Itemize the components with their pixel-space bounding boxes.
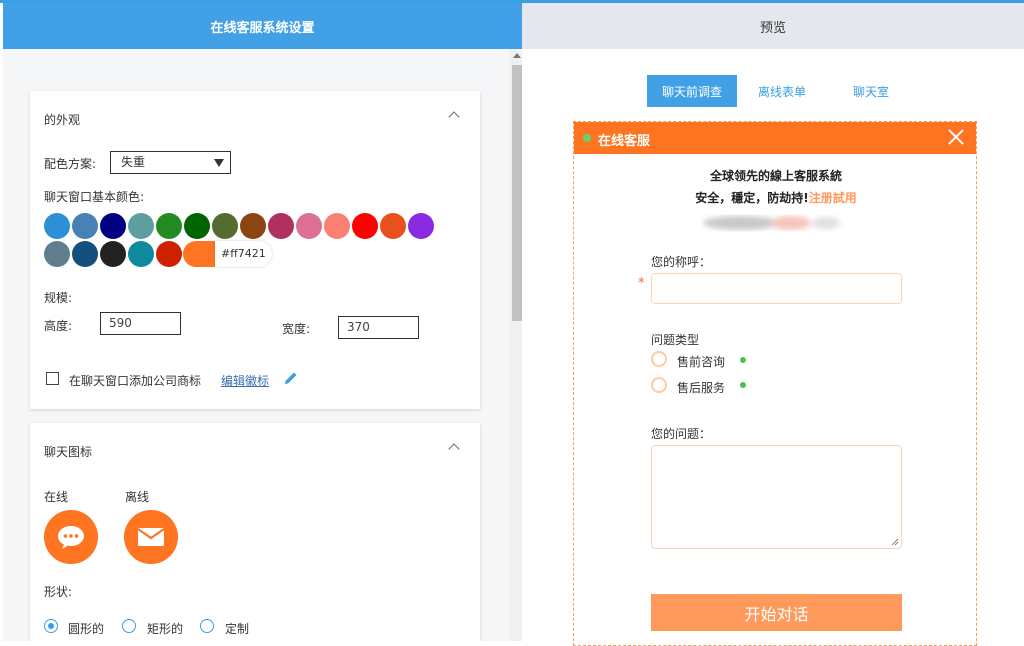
shape-radio-custom[interactable] (200, 619, 214, 633)
question-textarea[interactable] (651, 445, 902, 549)
edit-logo-link[interactable]: 编辑徽标 (221, 372, 269, 389)
color-swatch[interactable] (128, 213, 154, 239)
pencil-icon[interactable] (283, 370, 299, 386)
height-label: 高度: (44, 319, 73, 333)
type-label-presales: 售前咨询 (677, 355, 726, 369)
blurred-logo (703, 216, 840, 230)
type-radio-presales[interactable] (651, 351, 667, 367)
color-swatch[interactable] (380, 213, 406, 239)
question-type-label: 问题类型 (651, 333, 700, 347)
scheme-value: 失重 (121, 155, 146, 169)
widget-header: 在线客服 (574, 122, 976, 154)
height-input[interactable]: 590 (100, 312, 181, 335)
color-swatch[interactable] (156, 241, 182, 267)
dropdown-arrow-icon (214, 159, 224, 167)
settings-pane: 的外观 配色方案: 失重 聊天窗口基本颜色: #ff7421 规模: 高度: 5… (3, 49, 522, 641)
shape-label-rect: 矩形的 (147, 622, 184, 636)
shape-radio-round[interactable] (44, 619, 58, 633)
scroll-up-arrow[interactable] (513, 53, 521, 58)
color-swatch[interactable] (352, 213, 378, 239)
color-swatch[interactable] (324, 213, 350, 239)
color-swatch[interactable] (72, 241, 98, 267)
name-label: 您的称呼： (651, 255, 712, 269)
shape-radio-rect[interactable] (122, 619, 136, 633)
scheme-label: 配色方案: (44, 157, 97, 171)
slogan-line-1: 全球领先的線上客服系統 (709, 169, 842, 183)
tab-settings[interactable]: 在线客服系统设置 (3, 3, 522, 49)
width-label: 宽度: (282, 322, 311, 336)
online-dot-icon (740, 382, 746, 388)
scale-label: 规模: (44, 291, 73, 305)
online-label: 在线 (44, 490, 69, 504)
shape-label-custom: 定制 (225, 622, 250, 636)
color-swatch[interactable] (184, 213, 210, 239)
type-radio-aftersales[interactable] (651, 377, 667, 393)
scheme-select[interactable]: 失重 (110, 151, 231, 174)
chat-icon-title: 聊天图标 (44, 445, 93, 459)
color-swatch[interactable] (128, 241, 154, 267)
hex-color-input[interactable]: #ff7421 (215, 241, 272, 267)
tab-preview[interactable]: 预览 (522, 3, 1024, 49)
tab-chat-room[interactable]: 聊天室 (831, 75, 911, 107)
type-label-aftersales: 售后服务 (677, 381, 726, 395)
online-status-dot (583, 134, 591, 142)
slogan-line-2: 安全，穩定，防劫持!注册試用 (695, 191, 857, 205)
online-dot-icon (740, 357, 746, 363)
scroll-thumb[interactable] (512, 65, 522, 321)
base-color-label: 聊天窗口基本颜色: (44, 190, 145, 204)
color-swatch[interactable] (408, 213, 434, 239)
color-swatch[interactable] (44, 213, 70, 239)
chat-bubble-icon[interactable] (44, 510, 98, 564)
tab-offline-form[interactable]: 离线表单 (738, 75, 826, 107)
widget-title: 在线客服 (598, 134, 651, 149)
chevron-up-icon[interactable] (448, 111, 460, 123)
color-swatch[interactable] (156, 213, 182, 239)
start-chat-button[interactable]: 开始对话 (651, 594, 902, 631)
color-swatch[interactable] (100, 213, 126, 239)
close-icon[interactable] (947, 128, 965, 146)
register-link[interactable]: 注册試用 (809, 191, 857, 205)
question-label: 您的问题： (651, 427, 712, 441)
appearance-card: 的外观 配色方案: 失重 聊天窗口基本颜色: #ff7421 规模: 高度: 5… (30, 91, 480, 409)
color-swatch[interactable] (296, 213, 322, 239)
envelope-icon[interactable] (124, 510, 178, 564)
color-swatch[interactable] (72, 213, 98, 239)
color-swatch[interactable] (44, 241, 70, 267)
name-input[interactable] (651, 273, 902, 304)
color-swatch[interactable] (268, 213, 294, 239)
chevron-up-icon[interactable] (448, 443, 460, 455)
chat-widget-preview: 在线客服 全球领先的線上客服系統 安全，穩定，防劫持!注册試用 您的称呼： * … (573, 121, 977, 646)
color-swatch[interactable] (240, 213, 266, 239)
shape-label: 形状: (44, 585, 73, 599)
logo-checkbox-label: 在聊天窗口添加公司商标 (69, 374, 202, 388)
logo-checkbox[interactable] (46, 372, 59, 385)
tab-pre-chat-survey[interactable]: 聊天前调查 (647, 75, 737, 107)
color-swatch[interactable] (212, 213, 238, 239)
appearance-title: 的外观 (44, 113, 81, 127)
offline-label: 离线 (125, 490, 150, 504)
required-mark: * (638, 276, 645, 291)
chat-icon-card: 聊天图标 在线 离线 形状: 圆形的 矩形的 定制 (30, 423, 480, 641)
scrollbar[interactable] (509, 49, 522, 641)
shape-label-round: 圆形的 (68, 622, 105, 636)
color-swatch[interactable] (100, 241, 126, 267)
width-input[interactable]: 370 (338, 316, 419, 339)
resize-grip-icon[interactable] (891, 538, 899, 546)
